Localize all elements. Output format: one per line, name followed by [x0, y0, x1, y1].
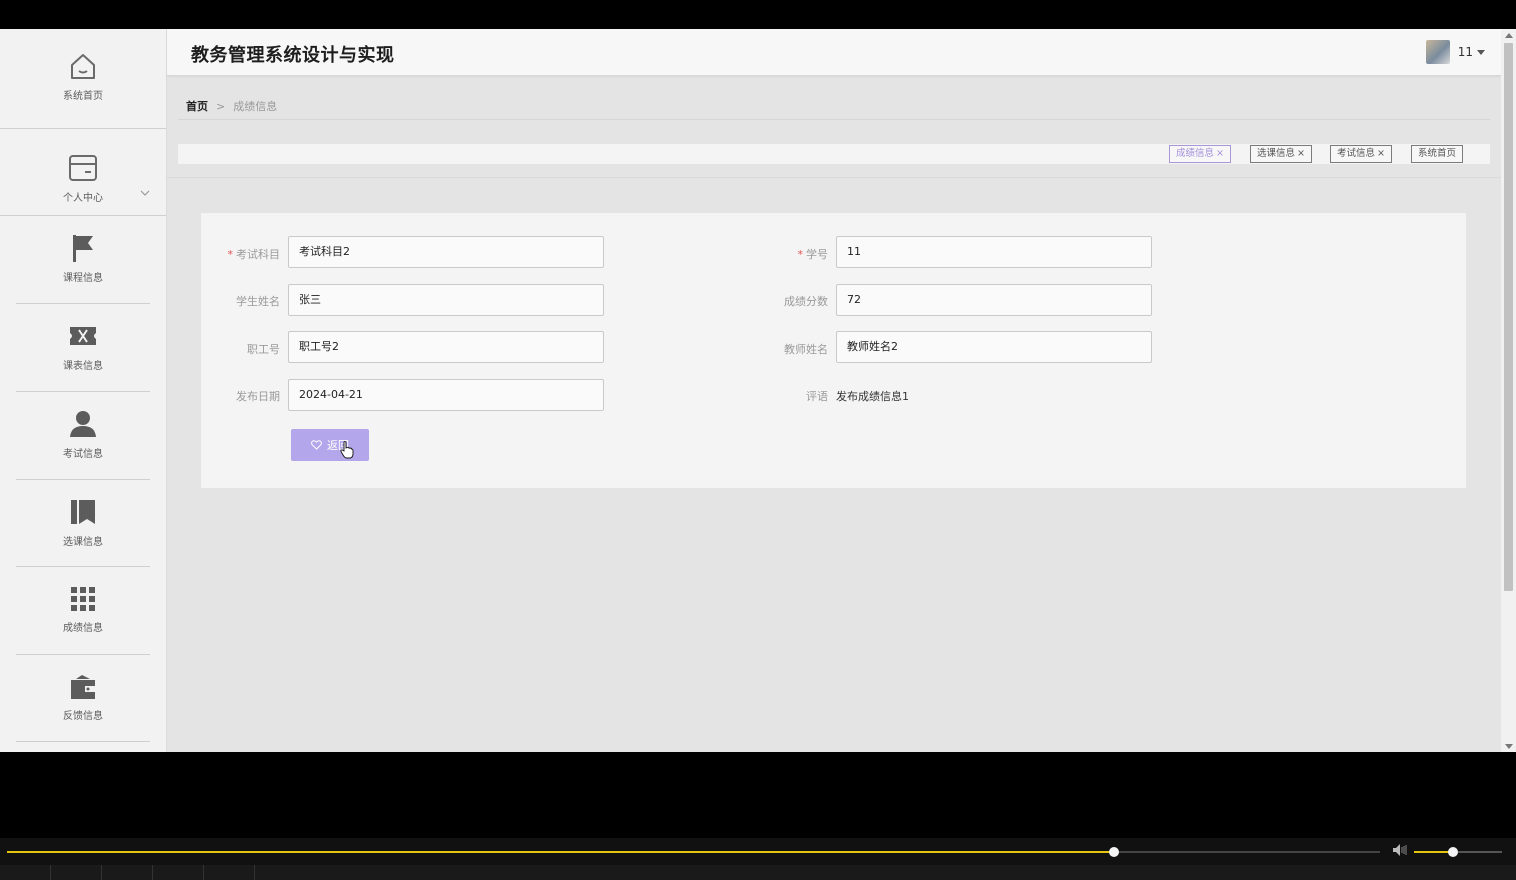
student-id-label: * 学号 [797, 248, 829, 261]
card-icon [69, 155, 97, 181]
control-cell[interactable] [51, 865, 102, 880]
tag-label: 选课信息 [1257, 148, 1296, 159]
divider [16, 741, 150, 742]
scroll-down-icon[interactable] [1505, 744, 1513, 749]
breadcrumb: 首页 > 成绩信息 [186, 98, 277, 114]
scroll-thumb[interactable] [1504, 43, 1513, 591]
grid-icon [71, 587, 95, 611]
student-name-field[interactable]: 张三 [288, 284, 604, 316]
divider [178, 119, 1490, 120]
breadcrumb-home[interactable]: 首页 [186, 98, 208, 114]
sidebar-item-course[interactable]: 课程信息 [0, 233, 166, 284]
exam-subject-label: * 考试科目 [227, 248, 281, 261]
detail-form: * 考试科目 考试科目2 * 学号 11 学生姓名 张三 成绩分数 72 职工号 职… [201, 213, 1466, 488]
caret-down-icon [1477, 49, 1485, 55]
student-name-label: 学生姓名 [236, 295, 280, 308]
score-label: 成绩分数 [784, 295, 828, 308]
volume-icon[interactable] [1392, 843, 1408, 857]
divider [167, 177, 1501, 178]
sidebar-item-label: 考试信息 [63, 449, 103, 460]
ticket-icon [70, 327, 96, 345]
divider [16, 566, 150, 567]
seek-bar[interactable] [7, 847, 1380, 857]
breadcrumb-separator: > [216, 99, 226, 113]
control-cell[interactable] [204, 865, 255, 880]
divider [16, 479, 150, 480]
tag-home[interactable]: 系统首页 [1411, 145, 1464, 163]
user-name: 11 [1457, 45, 1473, 59]
video-player-controls [0, 838, 1516, 880]
score-field[interactable]: 72 [836, 284, 1152, 316]
volume-handle[interactable] [1447, 847, 1458, 857]
tag-label: 成绩信息 [1176, 148, 1215, 159]
tag-label: 考试信息 [1337, 148, 1376, 159]
wallet-icon [71, 675, 95, 699]
staff-id-field[interactable]: 职工号2 [288, 331, 604, 363]
control-cell[interactable] [0, 865, 51, 880]
divider [16, 303, 150, 304]
flag-icon [73, 235, 93, 262]
sidebar-item-schedule[interactable]: 课表信息 [0, 321, 166, 372]
sidebar: 系统首页 个人中心 课程信息 课表信息 考试信息 选课信息 成绩信息 反馈信息 [0, 29, 167, 752]
tag-grades[interactable]: 成绩信息 × [1169, 145, 1231, 163]
top-header: 教务管理系统设计与实现 11 [167, 29, 1501, 76]
sidebar-item-label: 系统首页 [63, 91, 103, 102]
sidebar-item-label: 成绩信息 [63, 623, 103, 634]
control-strip [0, 865, 1516, 880]
teacher-name-label: 教师姓名 [784, 343, 828, 356]
sidebar-item-label: 课程信息 [63, 273, 103, 284]
staff-id-label: 职工号 [247, 343, 280, 356]
close-icon[interactable]: × [1377, 148, 1385, 159]
publish-date-label: 发布日期 [236, 390, 280, 403]
hand-cursor-icon [340, 441, 354, 459]
home-icon [71, 54, 95, 79]
sidebar-item-label: 反馈信息 [63, 711, 103, 722]
user-icon [70, 411, 96, 437]
required-mark: * [227, 248, 234, 261]
sidebar-item-exam[interactable]: 考试信息 [0, 409, 166, 460]
tag-bar: 成绩信息 × 选课信息 × 考试信息 × 系统首页 [178, 144, 1490, 164]
required-mark: * [797, 248, 804, 261]
app-window: 系统首页 个人中心 课程信息 课表信息 考试信息 选课信息 成绩信息 反馈信息 … [0, 29, 1516, 752]
student-id-field[interactable]: 11 [836, 236, 1152, 268]
divider [16, 654, 150, 655]
comment-value: 发布成绩信息1 [836, 390, 909, 403]
close-icon[interactable]: × [1216, 148, 1224, 159]
divider [0, 215, 166, 216]
user-menu[interactable]: 11 [1425, 40, 1485, 64]
sidebar-item-home[interactable]: 系统首页 [0, 51, 166, 102]
control-cell[interactable] [153, 865, 204, 880]
books-icon [71, 500, 95, 524]
return-button[interactable]: 返回 [291, 429, 369, 461]
sidebar-item-enrollment[interactable]: 选课信息 [0, 497, 166, 548]
scroll-up-icon[interactable] [1505, 33, 1513, 38]
tag-enrollment[interactable]: 选课信息 × [1250, 145, 1312, 163]
seek-handle[interactable] [1108, 847, 1119, 857]
tag-label: 系统首页 [1418, 148, 1457, 159]
tag-exam[interactable]: 考试信息 × [1330, 145, 1392, 163]
publish-date-field[interactable]: 2024-04-21 [288, 379, 604, 411]
sidebar-item-label: 选课信息 [63, 537, 103, 548]
sidebar-item-grades[interactable]: 成绩信息 [0, 585, 166, 634]
sidebar-item-profile[interactable]: 个人中心 [0, 153, 166, 204]
app-title: 教务管理系统设计与实现 [191, 45, 395, 66]
seek-progress [7, 851, 1114, 853]
sidebar-item-feedback[interactable]: 反馈信息 [0, 673, 166, 722]
sidebar-item-label: 课表信息 [63, 361, 103, 372]
volume-level [1414, 851, 1453, 853]
avatar [1425, 40, 1450, 64]
comment-label: 评语 [806, 390, 828, 403]
vertical-scrollbar[interactable] [1501, 29, 1516, 752]
breadcrumb-current: 成绩信息 [233, 100, 278, 113]
exam-subject-field[interactable]: 考试科目2 [288, 236, 604, 268]
divider [16, 391, 150, 392]
close-icon[interactable]: × [1297, 148, 1305, 159]
heart-icon [311, 440, 322, 450]
volume-slider[interactable] [1414, 847, 1502, 857]
control-cell[interactable] [102, 865, 153, 880]
chevron-down-icon[interactable] [140, 189, 150, 197]
divider [0, 128, 166, 129]
teacher-name-field[interactable]: 教师姓名2 [836, 331, 1152, 363]
